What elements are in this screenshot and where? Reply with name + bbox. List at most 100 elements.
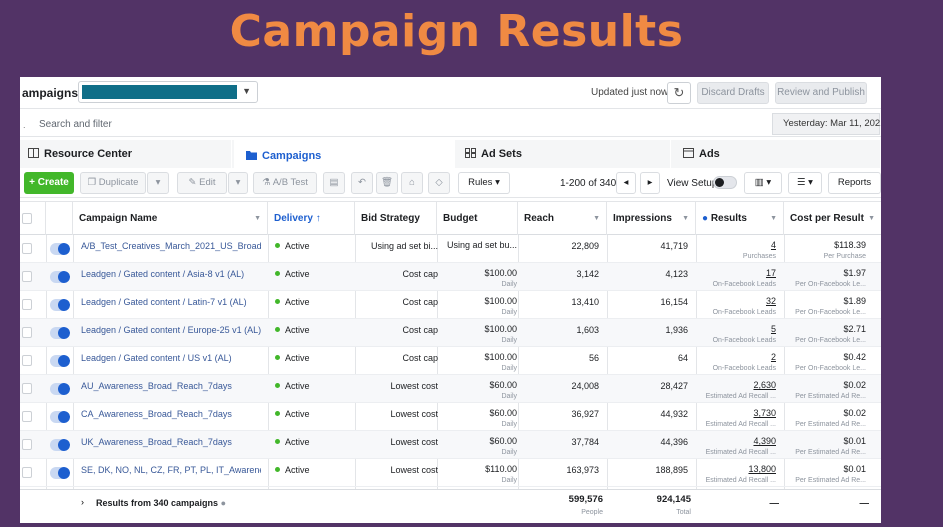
tab-ad-sets[interactable]: Ad Sets xyxy=(457,140,671,168)
account-selector[interactable]: ▼ xyxy=(78,81,258,103)
results-value[interactable]: 5 xyxy=(699,323,776,335)
tab-ads[interactable]: Ads xyxy=(673,140,881,168)
preview-button[interactable]: ⌂ xyxy=(401,172,423,194)
breakdown-button[interactable]: ☰ ▾ xyxy=(788,172,822,194)
col-campaign-name[interactable]: Campaign Name ▼ xyxy=(73,202,268,235)
campaign-toggle[interactable] xyxy=(50,439,70,451)
footer-impressions-sub: Total xyxy=(676,509,691,516)
col-label: Campaign Name xyxy=(79,213,158,224)
results-sub: Estimated Ad Recall ... xyxy=(705,421,776,428)
results-sub: On-Facebook Leads xyxy=(712,365,776,372)
row-checkbox[interactable] xyxy=(22,439,32,450)
delete-button[interactable]: 🗑 xyxy=(376,172,398,194)
col-cost-per-result[interactable]: Cost per Result ▼ xyxy=(784,202,881,235)
refresh-icon: ↻ xyxy=(673,85,685,100)
rules-button[interactable]: Rules ▾ xyxy=(458,172,510,194)
create-button[interactable]: + Create xyxy=(24,172,74,194)
cpr-sub: Per On-Facebook Le... xyxy=(795,365,866,372)
caret-down-icon: ▾ xyxy=(492,177,500,188)
reports-button[interactable]: Reports xyxy=(828,172,881,194)
results-value[interactable]: 4,390 xyxy=(699,435,776,447)
row-checkbox[interactable] xyxy=(22,383,32,394)
col-bid-strategy[interactable]: Bid Strategy xyxy=(355,202,437,235)
col-results[interactable]: ● Results ▼ xyxy=(696,202,784,235)
table-row[interactable]: SE, DK, NO, NL, CZ, FR, PT, PL, IT_Aware… xyxy=(20,459,881,487)
campaign-toggle[interactable] xyxy=(50,411,70,423)
undo-button[interactable]: ↶ xyxy=(351,172,373,194)
col-delivery[interactable]: Delivery ↑ xyxy=(268,202,355,235)
tab-label: Ad Sets xyxy=(481,148,522,160)
status-dot-icon xyxy=(275,439,280,444)
results-value[interactable]: 4 xyxy=(699,239,776,251)
results-value[interactable]: 17 xyxy=(699,267,776,279)
table-row[interactable]: AU_Awareness_Broad_Reach_7days Active Lowe… xyxy=(20,375,881,403)
discard-drafts-button[interactable]: Discard Drafts xyxy=(697,82,769,104)
table-row[interactable]: Leadgen / Gated content / Europe-25 v1 (… xyxy=(20,319,881,347)
tag-icon: ◇ xyxy=(435,177,443,188)
table-row[interactable]: Leadgen / Gated content / Asia-8 v1 (AL)… xyxy=(20,263,881,291)
tab-label: Ads xyxy=(699,148,720,160)
results-value[interactable]: 13,800 xyxy=(699,463,776,475)
create-label: Create xyxy=(37,177,69,188)
edit-dropdown[interactable]: ▾ xyxy=(228,172,248,194)
col-label: Cost per Result xyxy=(790,213,864,224)
tab-campaigns[interactable]: Campaigns xyxy=(234,140,455,168)
rules-label: Rules xyxy=(468,177,493,188)
columns-icon: ▥ ▾ xyxy=(754,177,772,188)
table-row[interactable]: A/B_Test_Creatives_March_2021_US_Broad_.… xyxy=(20,235,881,263)
row-checkbox[interactable] xyxy=(22,271,32,282)
campaign-toggle[interactable] xyxy=(50,299,70,311)
table-header: Campaign Name ▼ Delivery ↑ Bid Strategy B… xyxy=(20,201,881,235)
results-value[interactable]: 32 xyxy=(699,295,776,307)
campaign-toggle[interactable] xyxy=(50,243,70,255)
tab-label: Campaigns xyxy=(262,150,322,162)
archive-button[interactable]: ▤ xyxy=(323,172,345,194)
results-value[interactable]: 2,630 xyxy=(699,379,776,391)
duplicate-label: Duplicate xyxy=(98,177,139,188)
results-value[interactable]: 2 xyxy=(699,351,776,363)
results-value[interactable]: 3,730 xyxy=(699,407,776,419)
review-publish-button[interactable]: Review and Publish xyxy=(775,82,867,104)
row-checkbox[interactable] xyxy=(22,411,32,422)
footer-impressions-value: 924,145 xyxy=(656,494,691,505)
select-all-header[interactable] xyxy=(20,202,46,235)
budget-value: $100.00 xyxy=(484,296,517,306)
col-impressions[interactable]: Impressions ▼ xyxy=(607,202,696,235)
col-reach[interactable]: Reach ▼ xyxy=(518,202,607,235)
duplicate-button[interactable]: ❐ Duplicate xyxy=(80,172,146,194)
campaign-toggle[interactable] xyxy=(50,271,70,283)
col-budget[interactable]: Budget xyxy=(437,202,518,235)
row-checkbox[interactable] xyxy=(22,467,32,478)
prev-page-button[interactable]: ◂ xyxy=(616,172,636,194)
table-row[interactable]: UK_Awareness_Broad_Reach_7days Active Lowe… xyxy=(20,431,881,459)
tab-resource-center[interactable]: Resource Center xyxy=(20,140,232,168)
table-row[interactable]: Leadgen / Gated content / Latin-7 v1 (AL… xyxy=(20,291,881,319)
ab-test-button[interactable]: ⚗ A/B Test xyxy=(253,172,317,194)
view-setup-toggle[interactable] xyxy=(713,176,737,189)
chevron-right-icon[interactable]: › xyxy=(81,497,84,507)
row-checkbox[interactable] xyxy=(22,243,32,254)
refresh-button[interactable]: ↻ xyxy=(667,82,691,104)
results-sub: Purchases xyxy=(742,253,776,260)
select-all-checkbox[interactable] xyxy=(22,213,32,224)
date-range-button[interactable]: Yesterday: Mar 11, 2021 xyxy=(772,113,881,135)
table-row[interactable]: Leadgen / Gated content / US v1 (AL) Acti… xyxy=(20,347,881,375)
next-page-button[interactable]: ▸ xyxy=(640,172,660,194)
tag-button[interactable]: ◇ xyxy=(428,172,450,194)
table-row[interactable]: CA_Awareness_Broad_Reach_7days Active Lowe… xyxy=(20,403,881,431)
status-dot-icon xyxy=(275,355,280,360)
updated-status: Updated just now xyxy=(591,87,669,98)
row-checkbox[interactable] xyxy=(22,327,32,338)
chevron-left-icon: ◂ xyxy=(623,177,629,188)
edit-button[interactable]: ✎ Edit xyxy=(177,172,227,194)
row-checkbox[interactable] xyxy=(22,299,32,310)
view-setup-label: View Setup xyxy=(667,178,718,189)
campaign-toggle[interactable] xyxy=(50,355,70,367)
columns-button[interactable]: ▥ ▾ xyxy=(744,172,782,194)
campaign-toggle[interactable] xyxy=(50,383,70,395)
row-checkbox[interactable] xyxy=(22,355,32,366)
search-input[interactable] xyxy=(22,113,762,135)
duplicate-dropdown[interactable]: ▾ xyxy=(147,172,169,194)
campaign-toggle[interactable] xyxy=(50,467,70,479)
campaign-toggle[interactable] xyxy=(50,327,70,339)
